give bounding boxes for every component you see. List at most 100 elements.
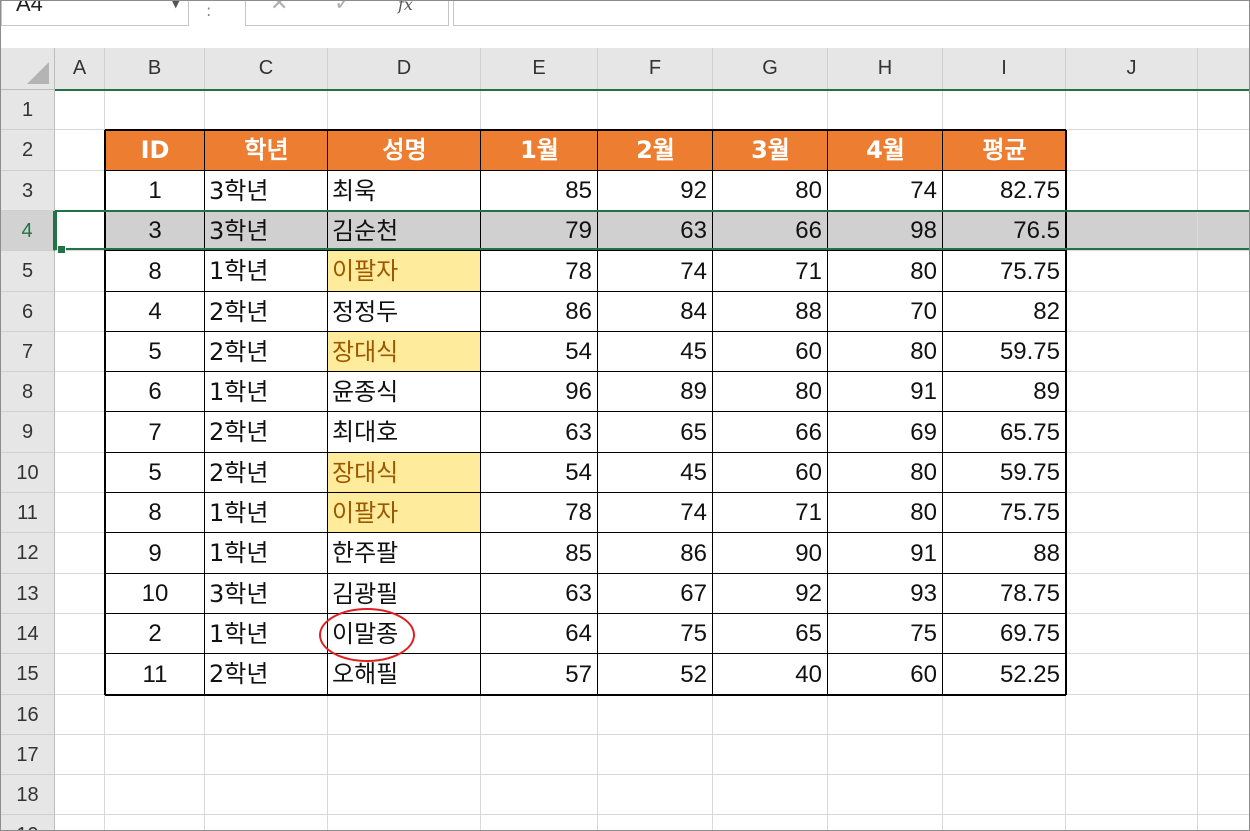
row-header-1[interactable]: 1 bbox=[1, 90, 55, 130]
table-cell-name[interactable]: 장대식 bbox=[328, 332, 481, 372]
row-header-11[interactable]: 11 bbox=[1, 493, 55, 533]
row-header-7[interactable]: 7 bbox=[1, 332, 55, 372]
column-header-a[interactable]: A bbox=[55, 48, 105, 90]
row-header-16[interactable]: 16 bbox=[1, 695, 55, 735]
table-cell-m4[interactable]: 80 bbox=[828, 493, 943, 533]
table-cell-grade[interactable]: 1학년 bbox=[205, 372, 328, 412]
row-header-17[interactable]: 17 bbox=[1, 735, 55, 775]
table-cell-grade[interactable]: 2학년 bbox=[205, 453, 328, 493]
table-cell-m4[interactable]: 80 bbox=[828, 251, 943, 292]
formula-input[interactable] bbox=[453, 1, 1249, 26]
table-cell-name[interactable]: 한주팔 bbox=[328, 533, 481, 574]
table-cell-m4[interactable]: 75 bbox=[828, 614, 943, 654]
row-header-6[interactable]: 6 bbox=[1, 292, 55, 332]
table-cell-avg[interactable]: 75.75 bbox=[943, 493, 1066, 533]
table-cell-m2[interactable]: 74 bbox=[598, 251, 713, 292]
table-cell-m2[interactable]: 89 bbox=[598, 372, 713, 412]
table-cell-m1[interactable]: 96 bbox=[481, 372, 598, 412]
table-cell-grade[interactable]: 1학년 bbox=[205, 614, 328, 654]
table-cell-name[interactable]: 윤종식 bbox=[328, 372, 481, 412]
table-cell-avg[interactable]: 75.75 bbox=[943, 251, 1066, 292]
table-cell-avg[interactable]: 59.75 bbox=[943, 453, 1066, 493]
table-cell-m1[interactable]: 54 bbox=[481, 453, 598, 493]
table-cell-id[interactable]: 4 bbox=[105, 292, 205, 332]
row-header-13[interactable]: 13 bbox=[1, 574, 55, 614]
table-cell-m2[interactable]: 74 bbox=[598, 493, 713, 533]
row-header-8[interactable]: 8 bbox=[1, 372, 55, 412]
function-icon[interactable]: fx bbox=[398, 1, 413, 14]
table-cell-id[interactable]: 7 bbox=[105, 412, 205, 453]
table-cell-avg[interactable]: 59.75 bbox=[943, 332, 1066, 372]
table-cell-m3[interactable]: 40 bbox=[713, 654, 828, 695]
table-cell-avg[interactable]: 52.25 bbox=[943, 654, 1066, 695]
column-header-g[interactable]: G bbox=[713, 48, 828, 90]
table-cell-m3[interactable]: 92 bbox=[713, 574, 828, 614]
table-cell-id[interactable]: 5 bbox=[105, 453, 205, 493]
select-all-corner[interactable] bbox=[1, 48, 55, 90]
table-cell-m4[interactable]: 80 bbox=[828, 332, 943, 372]
table-cell-name[interactable]: 정정두 bbox=[328, 292, 481, 332]
table-cell-id[interactable]: 8 bbox=[105, 251, 205, 292]
table-cell-id[interactable]: 8 bbox=[105, 493, 205, 533]
table-cell-id[interactable]: 2 bbox=[105, 614, 205, 654]
table-cell-m4[interactable]: 93 bbox=[828, 574, 943, 614]
table-cell-m2[interactable]: 65 bbox=[598, 412, 713, 453]
name-box[interactable]: A4 ▼ bbox=[1, 1, 189, 26]
table-cell-m2[interactable]: 52 bbox=[598, 654, 713, 695]
table-cell-name[interactable]: 최대호 bbox=[328, 412, 481, 453]
table-cell-avg[interactable]: 89 bbox=[943, 372, 1066, 412]
table-cell-m1[interactable]: 63 bbox=[481, 574, 598, 614]
table-cell-m1[interactable]: 78 bbox=[481, 251, 598, 292]
row-header-4[interactable]: 4 bbox=[1, 211, 55, 251]
table-cell-grade[interactable]: 2학년 bbox=[205, 332, 328, 372]
row-header-3[interactable]: 3 bbox=[1, 171, 55, 211]
cancel-icon[interactable]: ✕ bbox=[270, 1, 288, 16]
chevron-down-icon[interactable]: ▼ bbox=[172, 1, 180, 10]
table-cell-m1[interactable]: 54 bbox=[481, 332, 598, 372]
row-header-15[interactable]: 15 bbox=[1, 654, 55, 695]
table-cell-name[interactable]: 최욱 bbox=[328, 171, 481, 211]
table-cell-m2[interactable]: 92 bbox=[598, 171, 713, 211]
row-header-9[interactable]: 9 bbox=[1, 412, 55, 453]
table-cell-m4[interactable]: 70 bbox=[828, 292, 943, 332]
table-cell-m3[interactable]: 65 bbox=[713, 614, 828, 654]
table-cell-id[interactable]: 11 bbox=[105, 654, 205, 695]
table-cell-m4[interactable]: 60 bbox=[828, 654, 943, 695]
table-cell-id[interactable]: 9 bbox=[105, 533, 205, 574]
table-cell-avg[interactable]: 65.75 bbox=[943, 412, 1066, 453]
table-cell-m3[interactable]: 71 bbox=[713, 251, 828, 292]
table-cell-m4[interactable]: 74 bbox=[828, 171, 943, 211]
table-cell-m2[interactable]: 45 bbox=[598, 453, 713, 493]
table-cell-m1[interactable]: 57 bbox=[481, 654, 598, 695]
table-cell-avg[interactable]: 78.75 bbox=[943, 574, 1066, 614]
table-cell-grade[interactable]: 2학년 bbox=[205, 412, 328, 453]
table-cell-grade[interactable]: 1학년 bbox=[205, 251, 328, 292]
table-cell-id[interactable]: 6 bbox=[105, 372, 205, 412]
row-header-14[interactable]: 14 bbox=[1, 614, 55, 654]
table-cell-m3[interactable]: 71 bbox=[713, 493, 828, 533]
row-header-5[interactable]: 5 bbox=[1, 251, 55, 292]
table-cell-m3[interactable]: 66 bbox=[713, 412, 828, 453]
table-cell-grade[interactable]: 2학년 bbox=[205, 654, 328, 695]
column-header-f[interactable]: F bbox=[598, 48, 713, 90]
column-header-c[interactable]: C bbox=[205, 48, 328, 90]
column-header-d[interactable]: D bbox=[328, 48, 481, 90]
table-cell-name[interactable]: 이팔자 bbox=[328, 493, 481, 533]
table-cell-avg[interactable]: 88 bbox=[943, 533, 1066, 574]
table-cell-m1[interactable]: 78 bbox=[481, 493, 598, 533]
table-cell-m1[interactable]: 86 bbox=[481, 292, 598, 332]
table-cell-m3[interactable]: 60 bbox=[713, 332, 828, 372]
table-cell-m2[interactable]: 84 bbox=[598, 292, 713, 332]
table-cell-grade[interactable]: 1학년 bbox=[205, 533, 328, 574]
row-header-10[interactable]: 10 bbox=[1, 453, 55, 493]
column-header-b[interactable]: B bbox=[105, 48, 205, 90]
table-cell-m1[interactable]: 85 bbox=[481, 533, 598, 574]
table-cell-id[interactable]: 5 bbox=[105, 332, 205, 372]
table-cell-avg[interactable]: 69.75 bbox=[943, 614, 1066, 654]
table-cell-grade[interactable]: 3학년 bbox=[205, 574, 328, 614]
table-cell-grade[interactable]: 2학년 bbox=[205, 292, 328, 332]
table-cell-m3[interactable]: 80 bbox=[713, 372, 828, 412]
table-cell-m4[interactable]: 91 bbox=[828, 372, 943, 412]
table-cell-m3[interactable]: 60 bbox=[713, 453, 828, 493]
table-cell-m1[interactable]: 64 bbox=[481, 614, 598, 654]
